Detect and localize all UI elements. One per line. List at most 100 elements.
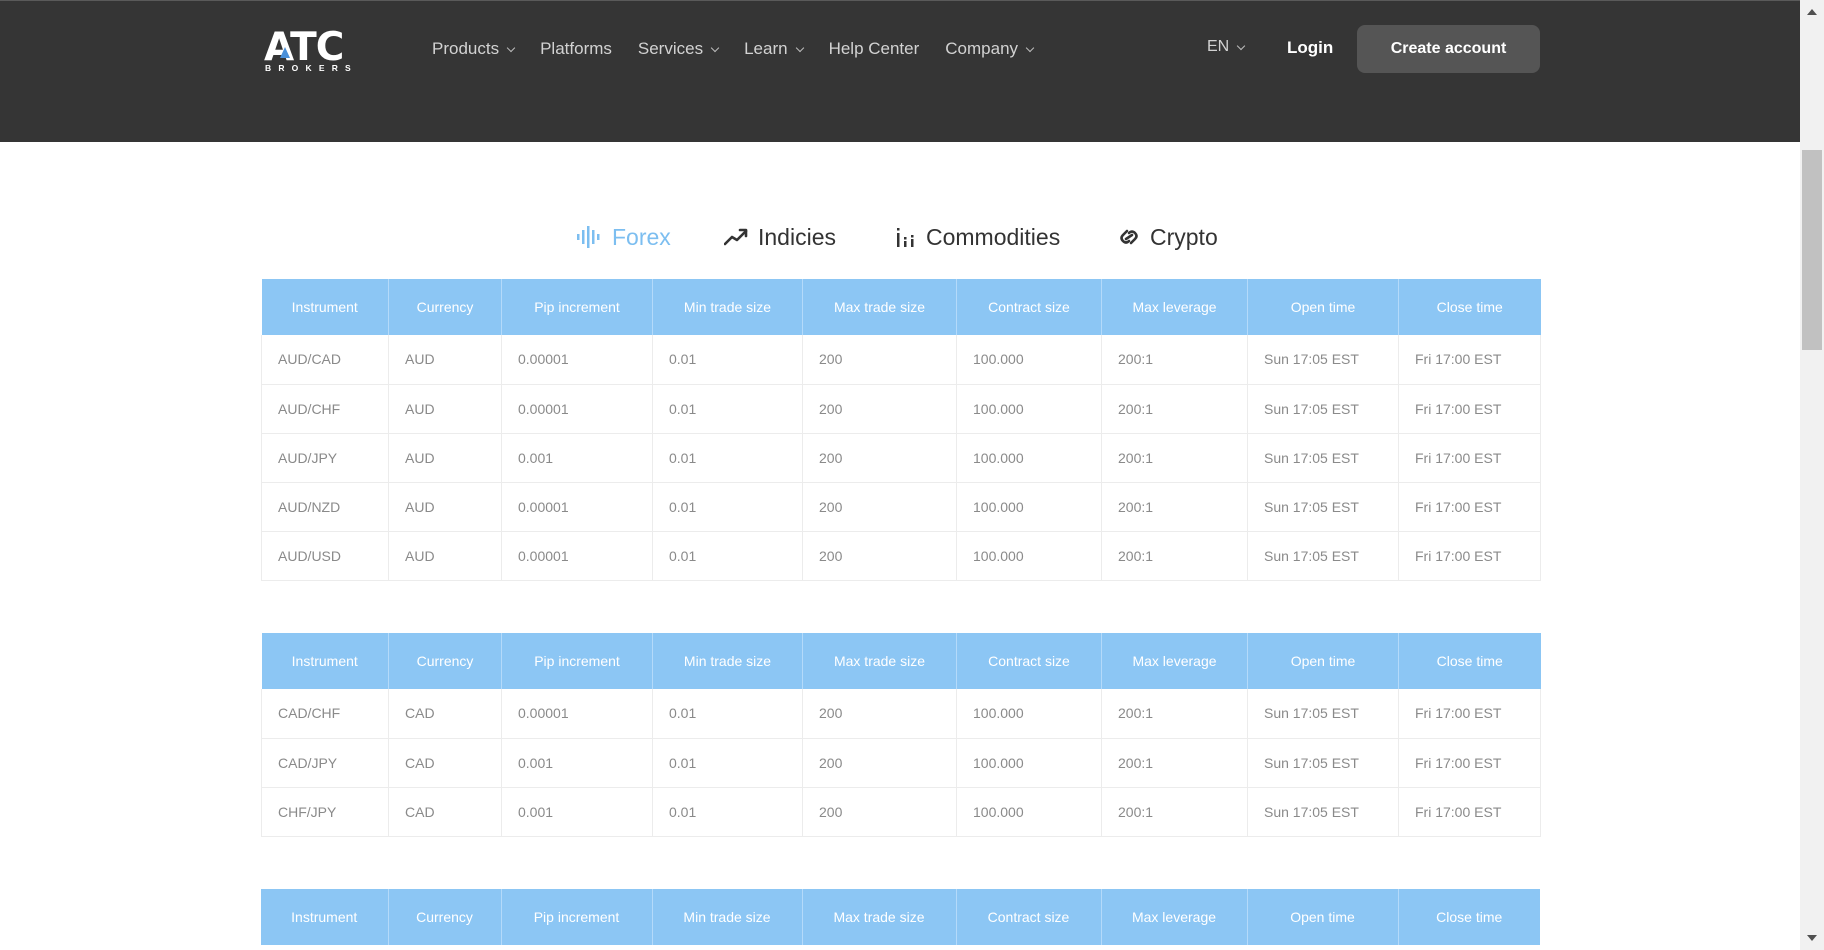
cell-close-time: Fri 17:00 EST: [1398, 689, 1541, 739]
nav-item-label: Company: [945, 39, 1019, 58]
cell-pip-increment: 0.001: [501, 738, 653, 788]
table-row: AUD/CAD AUD 0.00001 0.01 200 100.000 200:1 Sun …: [261, 335, 1541, 385]
cell-open-time: Sun 17:05 EST: [1247, 531, 1399, 581]
column-header-currency: Currency: [388, 633, 502, 689]
column-header-close-time: Close time: [1398, 279, 1541, 335]
cell-max-leverage: 200:1: [1101, 433, 1248, 483]
cell-max-leverage: 200:1: [1101, 531, 1248, 581]
cell-pip-increment: 0.001: [501, 787, 653, 837]
column-header-currency: Currency: [388, 889, 502, 945]
language-selector[interactable]: EN: [1207, 38, 1246, 56]
cell-max-trade-size: 200: [802, 433, 957, 483]
column-header-max-leverage: Max leverage: [1101, 279, 1248, 335]
cell-pip-increment: 0.001: [501, 433, 653, 483]
table-row: AUD/NZD AUD 0.00001 0.01 200 100.000 200:1 Sun …: [261, 482, 1541, 532]
table-row: CHF/JPY CAD 0.001 0.01 200 100.000 200:1 Sun 17…: [261, 787, 1541, 837]
chevron-down-icon: [795, 43, 804, 52]
column-header-pip-increment: Pip increment: [501, 279, 653, 335]
cell-currency: AUD: [388, 384, 502, 434]
cell-max-trade-size: 200: [802, 738, 957, 788]
table-row: AUD/CHF AUD 0.00001 0.01 200 100.000 200:1 Sun …: [261, 384, 1541, 434]
cell-instrument: AUD/USD: [261, 531, 389, 581]
logo-wordmark: ATC: [264, 25, 344, 70]
tab-commodities[interactable]: Commodities: [896, 222, 1060, 252]
nav-item-services[interactable]: Services: [637, 39, 720, 59]
nav-item-company[interactable]: Company: [945, 39, 1035, 59]
column-header-currency: Currency: [388, 279, 502, 335]
cell-min-trade-size: 0.01: [652, 384, 803, 434]
cell-instrument: CAD/CHF: [261, 689, 389, 739]
atc-brokers-logo[interactable]: ATC BROKERS: [264, 25, 368, 73]
cell-instrument: AUD/CHF: [261, 384, 389, 434]
link-icon: [1120, 229, 1138, 245]
cell-pip-increment: 0.00001: [501, 482, 653, 532]
cell-instrument: AUD/JPY: [261, 433, 389, 483]
tab-label: Forex: [612, 223, 671, 250]
cell-currency: AUD: [388, 335, 502, 385]
cell-open-time: Sun 17:05 EST: [1247, 787, 1399, 837]
cell-pip-increment: 0.00001: [501, 335, 653, 385]
nav-item-help-center[interactable]: Help Center: [829, 39, 920, 59]
cell-open-time: Sun 17:05 EST: [1247, 335, 1399, 385]
tab-label: Crypto: [1150, 223, 1218, 250]
column-header-min-trade-size: Min trade size: [652, 279, 803, 335]
cell-close-time: Fri 17:00 EST: [1398, 433, 1541, 483]
nav-item-learn[interactable]: Learn: [744, 39, 804, 59]
instrument-table-next: Instrument Currency Pip increment Min trade…: [261, 889, 1540, 945]
login-link[interactable]: Login: [1287, 38, 1333, 58]
create-account-button[interactable]: Create account: [1357, 25, 1540, 73]
nav-item-label: Services: [637, 39, 704, 58]
tab-crypto[interactable]: Crypto: [1118, 222, 1218, 252]
nav-item-label: Learn: [744, 39, 788, 58]
cell-pip-increment: 0.00001: [501, 531, 653, 581]
column-header-open-time: Open time: [1247, 633, 1399, 689]
cell-min-trade-size: 0.01: [652, 531, 803, 581]
table-row: AUD/JPY AUD 0.001 0.01 200 100.000 200:1 Sun 17…: [261, 433, 1541, 483]
logo-triangle-icon: [280, 47, 290, 58]
scrollbar-thumb[interactable]: [1802, 150, 1822, 350]
cell-max-leverage: 200:1: [1101, 335, 1248, 385]
cell-max-trade-size: 200: [802, 384, 957, 434]
cell-min-trade-size: 0.01: [652, 738, 803, 788]
column-header-instrument: Instrument: [261, 633, 389, 689]
scroll-down-arrow-icon[interactable]: [1800, 928, 1824, 948]
page-scrollbar[interactable]: [1800, 0, 1824, 950]
cell-contract-size: 100.000: [956, 787, 1102, 837]
cell-min-trade-size: 0.01: [652, 787, 803, 837]
tab-indicies[interactable]: Indicies: [724, 222, 836, 252]
cell-contract-size: 100.000: [956, 335, 1102, 385]
nav-item-label: Help Center: [828, 39, 920, 58]
table-row: CAD/JPY CAD 0.001 0.01 200 100.000 200:1 Sun 17…: [261, 738, 1541, 788]
column-header-min-trade-size: Min trade size: [652, 633, 803, 689]
chevron-down-icon: [710, 43, 720, 52]
cell-min-trade-size: 0.01: [652, 689, 803, 739]
cell-currency: AUD: [388, 433, 502, 483]
cell-close-time: Fri 17:00 EST: [1398, 335, 1541, 385]
nav-item-platforms[interactable]: Platforms: [540, 39, 612, 59]
column-header-max-leverage: Max leverage: [1101, 633, 1248, 689]
nav-item-products[interactable]: Products: [432, 39, 516, 59]
column-header-contract-size: Contract size: [956, 889, 1102, 945]
header-row: Instrument Currency Pip increment Min trade…: [261, 633, 1541, 689]
cell-instrument: CAD/JPY: [261, 738, 389, 788]
cell-max-trade-size: 200: [802, 787, 957, 837]
column-header-close-time: Close time: [1398, 633, 1541, 689]
scroll-up-arrow-icon[interactable]: [1800, 2, 1824, 22]
cell-open-time: Sun 17:05 EST: [1247, 738, 1399, 788]
column-header-max-trade-size: Max trade size: [802, 889, 957, 945]
cell-currency: AUD: [388, 482, 502, 532]
column-header-min-trade-size: Min trade size: [652, 889, 803, 945]
chevron-down-icon: [1025, 43, 1035, 52]
page: ATC BROKERS Products Platforms Services …: [0, 0, 1800, 950]
cell-max-leverage: 200:1: [1101, 482, 1248, 532]
tab-forex[interactable]: Forex: [576, 222, 671, 252]
column-header-contract-size: Contract size: [956, 633, 1102, 689]
cell-pip-increment: 0.00001: [501, 689, 653, 739]
column-header-contract-size: Contract size: [956, 279, 1102, 335]
header-row: Instrument Currency Pip increment Min trade…: [261, 279, 1541, 335]
language-label: EN: [1207, 38, 1230, 55]
cell-open-time: Sun 17:05 EST: [1247, 482, 1399, 532]
cell-min-trade-size: 0.01: [652, 335, 803, 385]
chevron-down-icon: [1236, 41, 1246, 50]
cell-close-time: Fri 17:00 EST: [1398, 738, 1541, 788]
